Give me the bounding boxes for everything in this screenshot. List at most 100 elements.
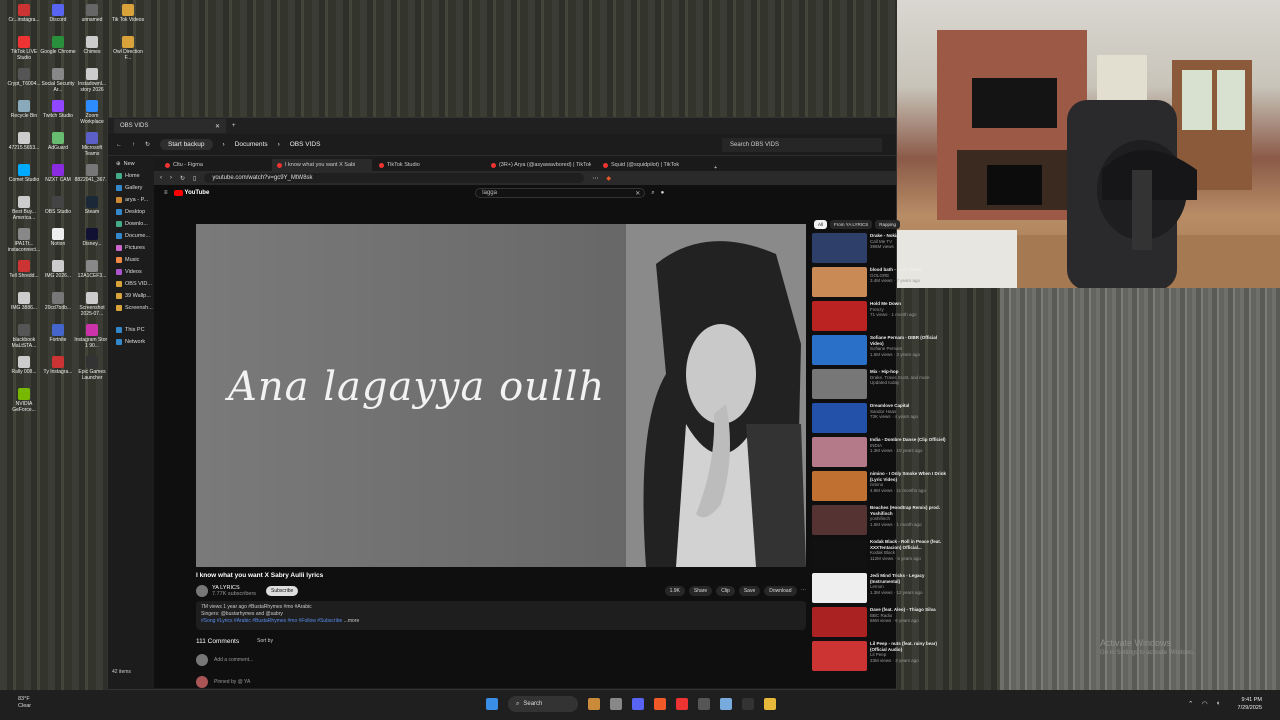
video-thumbnail[interactable]	[812, 335, 867, 365]
desktop-icon[interactable]: Epic Games Launcher	[74, 356, 110, 381]
desktop-icon[interactable]: 20cd7bdb...	[40, 292, 76, 311]
brave-taskbar-icon[interactable]	[654, 698, 666, 710]
more-icon[interactable]: ⋯	[801, 588, 807, 594]
browser-tab[interactable]: I know what you want X Sabi	[272, 159, 372, 171]
url-input[interactable]: youtube.com/watch?v=gc9Y_MtW8sk	[204, 173, 585, 183]
recommendation-title[interactable]: Beaches (Hoodtrap Remix) prod. Yoshifinc…	[870, 505, 950, 516]
video-thumbnail[interactable]	[812, 437, 867, 467]
volume-icon[interactable]: ◖	[1216, 700, 1220, 708]
desktop-icon[interactable]: 8822041_367...	[74, 164, 110, 183]
desktop-icon[interactable]: TikTok LIVE Studio	[6, 36, 42, 61]
desktop-icon[interactable]: Tik Tok Videos	[110, 4, 146, 23]
notepad-taskbar-icon[interactable]	[720, 698, 732, 710]
desktop-icon[interactable]: Instadownl... story 2026	[74, 68, 110, 93]
explorer-tab[interactable]: OBS VIDS ✕	[114, 119, 226, 133]
sidebar-item[interactable]: Downlo...	[108, 218, 158, 230]
desktop-icon[interactable]: blackbook MaLtSTA...	[6, 324, 42, 349]
up-icon[interactable]: ↑	[132, 142, 135, 148]
desktop-icon[interactable]: IPA1Tt... instaconnect...	[6, 228, 42, 253]
video-thumbnail[interactable]	[812, 369, 867, 399]
desktop-icon[interactable]: IMG 3886...	[6, 292, 42, 311]
recommendation-title[interactable]: Lil Peep - nuts (feat. rainy bear) (Offi…	[870, 641, 950, 652]
desktop-icon[interactable]: Crypt_T6004...	[6, 68, 42, 87]
video-thumbnail[interactable]	[812, 641, 867, 671]
new-tab-icon[interactable]: +	[232, 123, 236, 129]
video-action-button[interactable]: Share	[688, 586, 713, 596]
desktop-icon[interactable]: Social Security Ar...	[40, 68, 76, 93]
filter-chip[interactable]: From YA LYRICS	[830, 220, 873, 229]
recommendation-item[interactable]: nimino - I Only Smoke When I Drink (Lyri…	[812, 471, 950, 505]
recommendation-item[interactable]: Dave (feat. Aleo) - Thiago Silva BBC Radi…	[812, 607, 950, 641]
wifi-icon[interactable]: ◠	[1202, 700, 1208, 708]
desktop-icon[interactable]: Disney...	[74, 228, 110, 247]
recommendation-item[interactable]: Jedi Mind Tricks - Legacy (Instrumental)…	[812, 573, 950, 607]
recommendation-title[interactable]: blood bath - Lord SHINR	[870, 267, 922, 273]
chevron-up-icon[interactable]: ⌃	[1188, 700, 1194, 708]
sidebar-item[interactable]: Gallery	[108, 182, 158, 194]
explorer-search-input[interactable]: Search OBS VIDS	[722, 137, 882, 152]
widgets-icon[interactable]	[588, 698, 600, 710]
desktop-icon[interactable]: Instagram Story 1 90...	[74, 324, 110, 349]
recommendation-title[interactable]: Drake - Nokia	[870, 233, 899, 239]
recommendation-title[interactable]: Jedi Mind Tricks - Legacy (Instrumental)	[870, 573, 950, 584]
video-thumbnail[interactable]	[812, 607, 867, 637]
windows-start-icon[interactable]	[486, 698, 498, 710]
recommendation-title[interactable]: Sofiane Pernam - DIBR (Official Video)	[870, 335, 950, 346]
recommendation-title[interactable]: Kodak Black - Roll in Peace (feat. XXXTe…	[870, 539, 950, 550]
desktop-icon[interactable]: Owl Direction F...	[110, 36, 146, 61]
desktop-icon[interactable]: Steam	[74, 196, 110, 215]
breadcrumb-obs-vids[interactable]: OBS VIDS	[290, 141, 321, 148]
back-icon[interactable]: ←	[116, 142, 122, 148]
sidebar-item[interactable]: Pictures	[108, 242, 158, 254]
sidebar-item[interactable]: Videos	[108, 266, 158, 278]
weather-widget[interactable]: 83°F Clear	[18, 696, 31, 710]
description-box[interactable]: 7M views 1 year ago #BustaRhymes #mo #Ar…	[196, 601, 806, 630]
recommendation-item[interactable]: Hold Me Down Frenzy 71 views · 1 month ago	[812, 301, 950, 335]
recommendation-item[interactable]: Drake - Nokia Call Me TV 396M views	[812, 233, 950, 267]
video-action-button[interactable]: Save	[738, 586, 761, 596]
desktop-icon[interactable]: NVIDIA GeForce...	[6, 388, 42, 413]
desktop-icon[interactable]: Tell Shredd...	[6, 260, 42, 279]
browser-tab[interactable]: Squid (@squidpilot) | TikTok	[598, 159, 708, 171]
sidebar-item[interactable]: This PC	[108, 324, 158, 336]
desktop-icon[interactable]: Google Chrome	[40, 36, 76, 55]
youtube-search-input[interactable]: lagga ✕	[475, 188, 646, 198]
desktop-icon[interactable]: Twitch Studio	[40, 100, 76, 119]
desktop-icon[interactable]: Notion	[40, 228, 76, 247]
desktop-icon[interactable]: unnamed	[74, 4, 110, 23]
browser-tab[interactable]: Cltu - Figma	[160, 159, 270, 171]
more-link[interactable]: ...more	[344, 618, 360, 624]
desktop-icon[interactable]: Rally 008...	[6, 356, 42, 375]
recommendation-item[interactable]: Sofiane Pernam - DIBR (Official Video) So…	[812, 335, 950, 369]
desktop-icon[interactable]: IMG 2026...	[40, 260, 76, 279]
capcut-taskbar-icon[interactable]	[742, 698, 754, 710]
subscribe-button[interactable]: Subscribe	[266, 586, 299, 596]
desktop-icon[interactable]: Ty Instagra...	[40, 356, 76, 375]
video-thumbnail[interactable]	[812, 233, 867, 263]
sidebar-item[interactable]: Desktop	[108, 206, 158, 218]
desktop-icon[interactable]: OBS Studio	[40, 196, 76, 215]
recommendation-title[interactable]: India - Dombre Danse (Clip Officiel)	[870, 437, 946, 443]
video-thumbnail[interactable]	[812, 471, 867, 501]
sidebar-item[interactable]: Docume...	[108, 230, 158, 242]
desktop-icon[interactable]: Zoom Workplace	[74, 100, 110, 125]
new-tab-icon[interactable]: +	[710, 165, 721, 171]
channel-avatar[interactable]	[196, 585, 208, 597]
search-icon[interactable]: ⌕	[651, 190, 654, 197]
sidebar-item[interactable]: 39 Wallp...	[108, 290, 158, 302]
video-action-button[interactable]: Download	[764, 586, 797, 596]
desktop-icon[interactable]: Screenshot 2025-07...	[74, 292, 110, 317]
sidebar-item[interactable]: Music	[108, 254, 158, 266]
sidebar-item[interactable]: Network	[108, 336, 158, 348]
video-player[interactable]: Ana lagayya oullh	[196, 224, 806, 567]
obs-taskbar-icon[interactable]	[698, 698, 710, 710]
recommendation-title[interactable]: nimino - I Only Smoke When I Drink (Lyri…	[870, 471, 950, 482]
recommendation-item[interactable]: blood bath - Lord SHINR GOLGRE 3.4M views …	[812, 267, 950, 301]
description-tags[interactable]: #Song #Lyrics #Arabic #BustaRhymes #mo #…	[201, 618, 342, 624]
desktop-icon[interactable]: Comet Studio	[6, 164, 42, 183]
video-thumbnail[interactable]	[812, 267, 867, 297]
video-thumbnail[interactable]	[812, 573, 867, 603]
recommendation-item[interactable]: Beaches (Hoodtrap Remix) prod. Yoshifinc…	[812, 505, 950, 539]
desktop-icon[interactable]: Discord	[40, 4, 76, 23]
menu-icon[interactable]: ≡	[164, 190, 168, 196]
